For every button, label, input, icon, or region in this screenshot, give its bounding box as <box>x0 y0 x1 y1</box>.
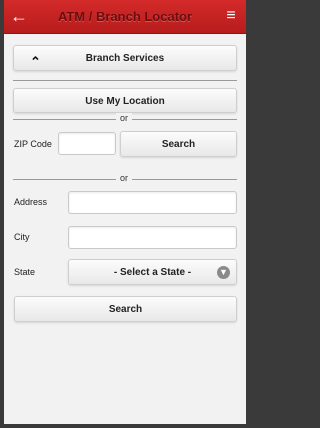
chevron-up-icon: ⌃ <box>30 54 41 69</box>
divider <box>13 80 237 81</box>
address-label: Address <box>14 197 48 207</box>
branch-services-label: Branch Services <box>85 53 165 64</box>
address-input[interactable] <box>68 191 237 214</box>
menu-icon[interactable]: ≡ <box>218 3 244 29</box>
city-label: City <box>14 232 30 242</box>
zip-code-input[interactable] <box>58 132 116 155</box>
address-search-label: Search <box>108 304 143 315</box>
chevron-down-circle-icon: ▼ <box>217 266 230 279</box>
app-screen: ← ATM / Branch Locator ≡ ⌃ Branch Servic… <box>0 0 250 428</box>
branch-services-toggle[interactable]: ⌃ Branch Services <box>13 45 237 71</box>
page-title: ATM / Branch Locator <box>57 9 193 24</box>
zip-search-label: Search <box>161 139 196 150</box>
back-arrow-icon[interactable]: ← <box>6 3 32 29</box>
header-bar: ← ATM / Branch Locator ≡ <box>4 0 246 34</box>
state-select-value: - Select a State - <box>113 267 192 278</box>
use-my-location-label: Use My Location <box>85 96 165 107</box>
use-my-location-button[interactable]: Use My Location <box>13 88 237 113</box>
state-select[interactable]: - Select a State - ▼ <box>68 259 237 285</box>
address-search-button[interactable]: Search <box>14 296 237 322</box>
city-input[interactable] <box>68 226 237 249</box>
or-separator-text: or <box>116 173 133 183</box>
zip-search-button[interactable]: Search <box>120 131 237 157</box>
state-label: State <box>14 267 36 277</box>
or-separator-text: or <box>116 113 133 123</box>
zip-code-label: ZIP Code <box>14 139 52 149</box>
